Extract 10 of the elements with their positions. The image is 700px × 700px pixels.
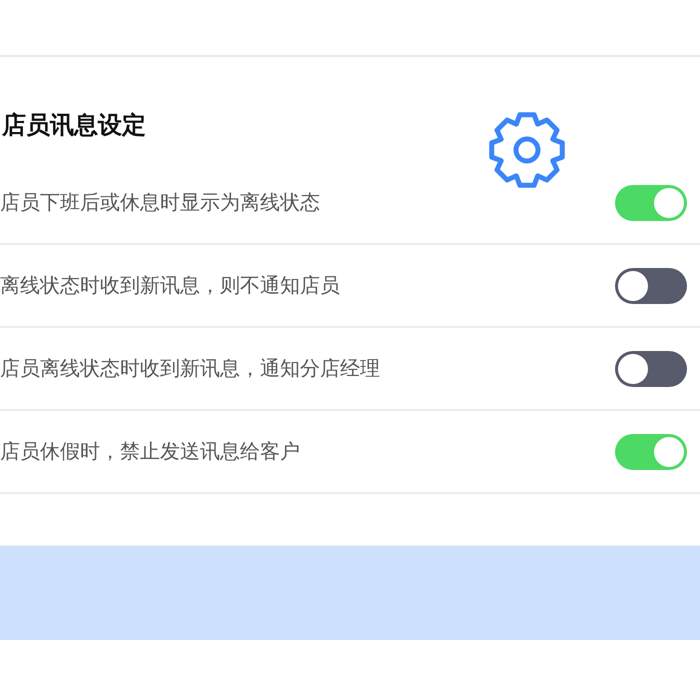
section-title: 店员讯息设定 (2, 110, 146, 141)
setting-label: 店员下班后或休息时显示为离线状态 (0, 189, 320, 216)
toggle-switch[interactable] (615, 350, 687, 386)
toggle-switch[interactable] (615, 268, 687, 304)
settings-icon (486, 109, 568, 191)
toggle-switch[interactable] (615, 184, 687, 220)
setting-label: 离线状态时收到新讯息，则不通知店员 (0, 272, 340, 299)
setting-label: 店员休假时，禁止发送讯息给客户 (0, 438, 300, 465)
setting-label: 店员离线状态时收到新讯息，通知分店经理 (0, 355, 380, 382)
toggle-switch[interactable] (615, 434, 687, 470)
